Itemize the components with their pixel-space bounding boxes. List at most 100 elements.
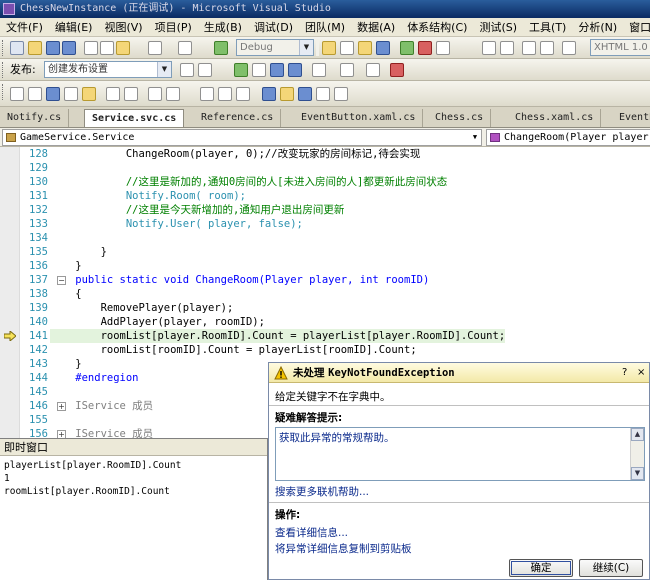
font-color-icon[interactable] <box>64 87 78 101</box>
align-icon[interactable] <box>46 87 60 101</box>
show-next-statement-icon[interactable] <box>312 63 326 77</box>
copy-icon[interactable] <box>100 41 114 55</box>
collapse-icon[interactable]: − <box>57 276 66 285</box>
type-dropdown[interactable]: GameService.Service ▼ <box>2 129 482 146</box>
highlight-icon[interactable] <box>82 87 96 101</box>
menu-project[interactable]: 项目(P) <box>149 18 198 36</box>
new-project-icon[interactable] <box>10 41 24 55</box>
expand-icon[interactable]: + <box>57 402 66 411</box>
code-line[interactable]: 133 Notify.User( player, false); <box>20 217 650 231</box>
view-details-link[interactable]: 查看详细信息... <box>275 525 348 540</box>
code-line[interactable]: 142 roomList[roomID].Count = playerList[… <box>20 343 650 357</box>
stop-debugging-icon[interactable] <box>270 63 284 77</box>
solution-explorer-icon[interactable] <box>340 41 354 55</box>
find-in-files-icon[interactable] <box>322 41 336 55</box>
format-icon[interactable] <box>10 87 24 101</box>
undo-icon[interactable] <box>148 41 162 55</box>
toolbar-grip[interactable] <box>2 62 5 78</box>
tab-notify-cs[interactable]: Notify.cs <box>0 109 70 127</box>
more-tools-icon[interactable] <box>436 41 450 55</box>
view-split-icon[interactable] <box>298 87 312 101</box>
chevron-down-icon[interactable]: ▼ <box>469 130 481 145</box>
tab-chess-cs[interactable]: Chess.cs <box>428 109 492 127</box>
outdent-icon[interactable] <box>500 41 514 55</box>
publish-options-icon[interactable] <box>198 63 212 77</box>
browser-icon[interactable] <box>316 87 330 101</box>
toolbar-grip[interactable] <box>2 84 5 100</box>
start-debugging-icon[interactable] <box>214 41 228 55</box>
tab-chess-xaml-cs[interactable]: Chess.xaml.cs <box>508 109 602 127</box>
bookmark-icon[interactable] <box>562 41 576 55</box>
scroll-down-icon[interactable]: ▼ <box>631 467 644 480</box>
menu-view[interactable]: 视图(V) <box>98 18 148 36</box>
copy-exception-link[interactable]: 将异常详细信息复制到剪贴板 <box>275 541 412 556</box>
bring-forward-icon[interactable] <box>106 87 120 101</box>
snap-icon[interactable] <box>236 87 250 101</box>
immediate-window[interactable]: 即时窗口 playerList[player.RoomID].Count 1 r… <box>0 438 268 580</box>
step-into-icon[interactable] <box>340 63 354 77</box>
continue-button[interactable]: 继续(C) <box>579 559 643 577</box>
breakpoints-icon[interactable] <box>390 63 404 77</box>
menu-window[interactable]: 窗口(W) <box>623 18 650 36</box>
refresh-icon[interactable] <box>334 87 348 101</box>
tip-link[interactable]: 获取此异常的常规帮助。 <box>279 430 395 445</box>
ok-button[interactable]: 确定 <box>509 559 573 577</box>
search-online-help-link[interactable]: 搜索更多联机帮助... <box>275 484 369 499</box>
tab-service-svc-cs[interactable]: Service.svc.cs <box>84 109 185 127</box>
code-line[interactable]: 132 //这里是今天新增加的,通知用户退出房间更新 <box>20 203 650 217</box>
save-icon[interactable] <box>46 41 60 55</box>
menu-analyze[interactable]: 分析(N) <box>572 18 623 36</box>
publish-settings-combo[interactable]: 创建发布设置 ▼ <box>44 61 172 78</box>
continue-icon[interactable] <box>234 63 248 77</box>
toolbar-grip[interactable] <box>2 40 5 56</box>
menu-file[interactable]: 文件(F) <box>0 18 49 36</box>
menu-debug[interactable]: 调试(D) <box>248 18 299 36</box>
code-line[interactable]: 131 Notify.Room( room); <box>20 189 650 203</box>
indent-icon[interactable] <box>482 41 496 55</box>
tab-reference-cs[interactable]: Reference.cs <box>194 109 282 127</box>
comment-icon[interactable] <box>522 41 536 55</box>
uncomment-icon[interactable] <box>540 41 554 55</box>
code-line[interactable]: 138 { <box>20 287 650 301</box>
grid-icon[interactable] <box>218 87 232 101</box>
code-line[interactable]: 129 <box>20 161 650 175</box>
code-line[interactable]: 135 } <box>20 245 650 259</box>
scroll-up-icon[interactable]: ▲ <box>631 428 644 441</box>
redo-icon[interactable] <box>178 41 192 55</box>
menu-edit[interactable]: 编辑(E) <box>49 18 99 36</box>
tips-scrollbar[interactable]: ▲ ▼ <box>630 428 644 480</box>
help-button[interactable]: ? <box>622 367 627 379</box>
save-all-icon[interactable] <box>62 41 76 55</box>
add-item-icon[interactable] <box>28 41 42 55</box>
code-line[interactable]: 140 AddPlayer(player, roomID); <box>20 315 650 329</box>
send-backward-icon[interactable] <box>124 87 138 101</box>
menu-test[interactable]: 测试(S) <box>473 18 523 36</box>
tab-eventb[interactable]: EventB <box>612 109 650 127</box>
menu-build[interactable]: 生成(B) <box>198 18 248 36</box>
step-over-icon[interactable] <box>366 63 380 77</box>
view-design-icon[interactable] <box>262 87 276 101</box>
close-button[interactable]: × <box>637 367 645 379</box>
menu-tools[interactable]: 工具(T) <box>523 18 572 36</box>
insert-table-icon[interactable] <box>28 87 42 101</box>
solution-platform-combo[interactable] <box>316 39 319 56</box>
code-line[interactable]: 134 <box>20 231 650 245</box>
chevron-down-icon[interactable]: ▼ <box>157 62 171 77</box>
menu-data[interactable]: 数据(A) <box>351 18 401 36</box>
code-line[interactable]: 139 RemovePlayer(player); <box>20 301 650 315</box>
layer-icon[interactable] <box>200 87 214 101</box>
position-icon[interactable] <box>148 87 162 101</box>
view-source-icon[interactable] <box>280 87 294 101</box>
start-page-icon[interactable] <box>418 41 432 55</box>
indicator-margin[interactable] <box>0 147 20 438</box>
target-schema-combo[interactable]: XHTML 1.0 T <box>590 39 650 56</box>
object-browser-icon[interactable] <box>376 41 390 55</box>
tab-eventbutton-xaml-cs[interactable]: EventButton.xaml.cs <box>294 109 424 127</box>
menu-architecture[interactable]: 体系结构(C) <box>401 18 473 36</box>
code-line[interactable]: 136 } <box>20 259 650 273</box>
restart-icon[interactable] <box>288 63 302 77</box>
toolbox-icon[interactable] <box>400 41 414 55</box>
code-line[interactable]: 130 //这里是新加的,通知0房间的人[未进入房间的人]都更新此房间状态 <box>20 175 650 189</box>
chevron-down-icon[interactable]: ▼ <box>299 40 313 55</box>
lock-icon[interactable] <box>166 87 180 101</box>
